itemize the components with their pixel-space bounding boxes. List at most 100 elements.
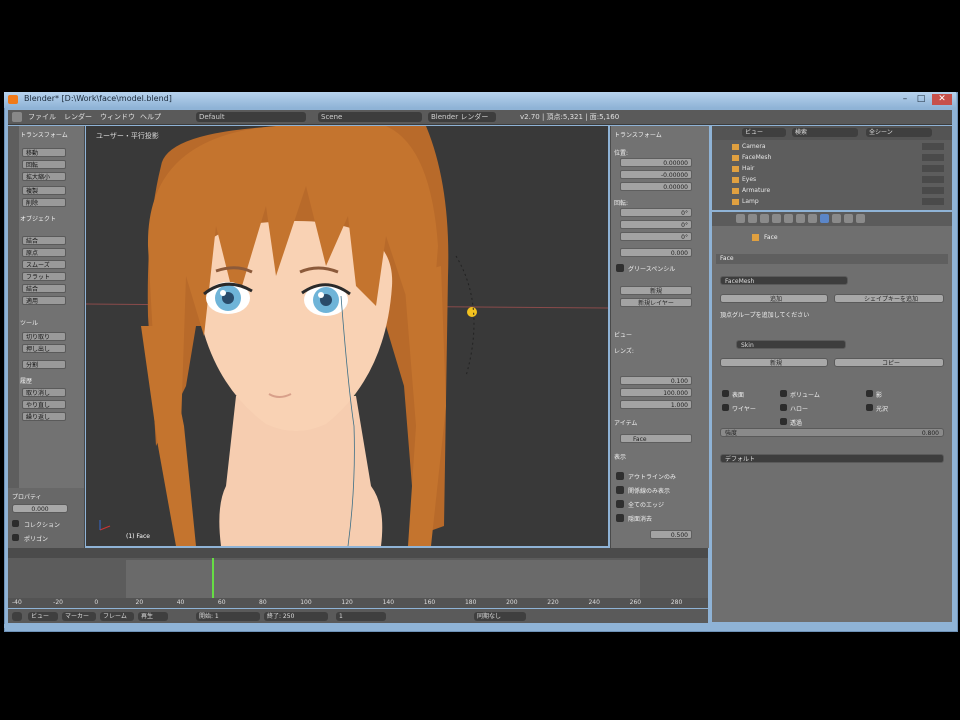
material-tab-icon[interactable] — [832, 214, 841, 223]
extrude-button[interactable]: 押し出し — [22, 344, 66, 353]
section-object-title[interactable]: オブジェクト — [20, 214, 56, 223]
maximize-button[interactable]: □ — [914, 94, 928, 105]
world-tab-icon[interactable] — [772, 214, 781, 223]
section-tools-title[interactable]: ツール — [20, 318, 38, 327]
rotate-button[interactable]: 回転 — [22, 160, 66, 169]
outliner-row[interactable]: Armature — [716, 186, 948, 195]
collection-checkbox[interactable] — [12, 520, 19, 527]
all-edges-checkbox[interactable] — [616, 500, 624, 508]
wire-checkbox[interactable] — [722, 404, 729, 411]
tool-shelf-tabs[interactable] — [8, 126, 19, 548]
grease-pencil-checkbox[interactable] — [616, 264, 624, 272]
shade-flat-button[interactable]: フラット — [22, 272, 66, 281]
transform-panel-title[interactable]: トランスフォーム — [614, 130, 662, 139]
object-tab-icon[interactable] — [784, 214, 793, 223]
timeline-menu-frame[interactable]: フレーム — [100, 612, 134, 621]
apply-button[interactable]: 適用 — [22, 296, 66, 305]
outliner-row[interactable]: Camera — [716, 142, 948, 151]
clip-start-field[interactable]: 0.100 — [620, 376, 692, 385]
subdivide-button[interactable]: 分割 — [22, 360, 66, 369]
add-button[interactable]: 追加 — [720, 294, 828, 303]
join-button[interactable]: 結合 — [22, 236, 66, 245]
menu-file[interactable]: ファイル — [28, 112, 56, 122]
outliner-row[interactable]: FaceMesh — [716, 153, 948, 162]
volume-checkbox[interactable] — [780, 390, 787, 397]
start-frame-field[interactable]: 開始: 1 — [196, 612, 260, 621]
polygon-checkbox[interactable] — [12, 534, 19, 541]
rotation-z-field[interactable]: 0° — [620, 232, 692, 241]
undo-button[interactable]: 取り消し — [22, 388, 66, 397]
clip-end-field[interactable]: 100.000 — [620, 388, 692, 397]
viewport-scene[interactable] — [86, 126, 608, 546]
close-button[interactable]: ✕ — [932, 94, 952, 105]
repeat-button[interactable]: 繰り返し — [22, 412, 66, 421]
duplicate-button[interactable]: 複製 — [22, 186, 66, 195]
menu-window[interactable]: ウィンドウ — [100, 112, 135, 122]
timeline-menu-playback[interactable]: 再生 — [138, 612, 168, 621]
origin-button[interactable]: 原点 — [22, 248, 66, 257]
item-name-field[interactable]: Face — [620, 434, 692, 443]
timeline-editor-type-icon[interactable] — [12, 612, 22, 621]
item-panel-title[interactable]: アイテム — [614, 418, 637, 427]
backface-checkbox[interactable] — [616, 514, 624, 522]
scale-button[interactable]: 拡大縮小 — [22, 172, 66, 181]
translate-button[interactable]: 移動 — [22, 148, 66, 157]
halo-checkbox[interactable] — [780, 404, 787, 411]
editor-type-icon[interactable] — [12, 112, 22, 122]
display-panel-title[interactable]: 表示 — [614, 452, 626, 461]
layout-selector[interactable]: Default — [196, 112, 306, 122]
clip-extra-field[interactable]: 1.000 — [620, 400, 692, 409]
shadow-checkbox[interactable] — [866, 390, 873, 397]
dimension-field[interactable]: 0.000 — [620, 248, 692, 257]
location-y-field[interactable]: -0.00000 — [620, 170, 692, 179]
section-header[interactable] — [716, 254, 948, 264]
scene-selector[interactable]: Scene — [318, 112, 422, 122]
sync-mode-select[interactable]: 同期なし — [474, 612, 526, 621]
copy-material-button[interactable]: コピー — [834, 358, 944, 367]
texture-tab-icon[interactable] — [844, 214, 853, 223]
constraints-tab-icon[interactable] — [796, 214, 805, 223]
mesh-name-field[interactable]: FaceMesh — [720, 276, 848, 285]
new-button[interactable]: 新規 — [620, 286, 692, 295]
visibility-toggles[interactable] — [922, 154, 944, 161]
section-history-title[interactable]: 履歴 — [20, 376, 32, 385]
timeline-menu-view[interactable]: ビュー — [28, 612, 58, 621]
knife-button[interactable]: 切り取り — [22, 332, 66, 341]
shade-smooth-button[interactable]: スムーズ — [22, 260, 66, 269]
surface-checkbox[interactable] — [722, 390, 729, 397]
scene-tab-icon[interactable] — [760, 214, 769, 223]
outliner-row[interactable]: Hair — [716, 164, 948, 173]
visibility-toggles[interactable] — [922, 187, 944, 194]
outliner-search-menu[interactable]: 検索 — [792, 128, 858, 137]
outline-checkbox[interactable] — [616, 472, 624, 480]
specular-checkbox[interactable] — [866, 404, 873, 411]
location-z-field[interactable]: 0.00000 — [620, 182, 692, 191]
menu-render[interactable]: レンダー — [64, 112, 92, 122]
end-frame-field[interactable]: 終了: 250 — [264, 612, 328, 621]
visibility-toggles[interactable] — [922, 165, 944, 172]
relationship-checkbox[interactable] — [616, 486, 624, 494]
layers-tab-icon[interactable] — [748, 214, 757, 223]
visibility-toggles[interactable] — [922, 198, 944, 205]
view-panel-title[interactable]: ビュー — [614, 330, 632, 339]
visibility-toggles[interactable] — [922, 143, 944, 150]
outliner-row[interactable]: Lamp — [716, 197, 948, 206]
rotation-y-field[interactable]: 0° — [620, 220, 692, 229]
outliner-view-menu[interactable]: ビュー — [742, 128, 786, 137]
material-name-field[interactable]: Skin — [736, 340, 846, 349]
menu-help[interactable]: ヘルプ — [140, 112, 161, 122]
location-x-field[interactable]: 0.00000 — [620, 158, 692, 167]
outliner-display-mode[interactable]: 全シーン — [866, 128, 932, 137]
minimize-button[interactable]: – — [898, 94, 912, 105]
redo-button[interactable]: やり直し — [22, 400, 66, 409]
render-tab-icon[interactable] — [736, 214, 745, 223]
current-frame-cursor[interactable] — [212, 558, 214, 600]
current-frame-field[interactable]: 1 — [336, 612, 386, 621]
timeline-menu-marker[interactable]: マーカー — [62, 612, 96, 621]
merge-button[interactable]: 結合 — [22, 284, 66, 293]
operator-value-field[interactable]: 0.000 — [12, 504, 68, 513]
physics-tab-icon[interactable] — [856, 214, 865, 223]
rotation-x-field[interactable]: 0° — [620, 208, 692, 217]
section-transform-title[interactable]: トランスフォーム — [20, 130, 68, 139]
intensity-slider[interactable]: 強度 0.800 — [720, 428, 944, 437]
